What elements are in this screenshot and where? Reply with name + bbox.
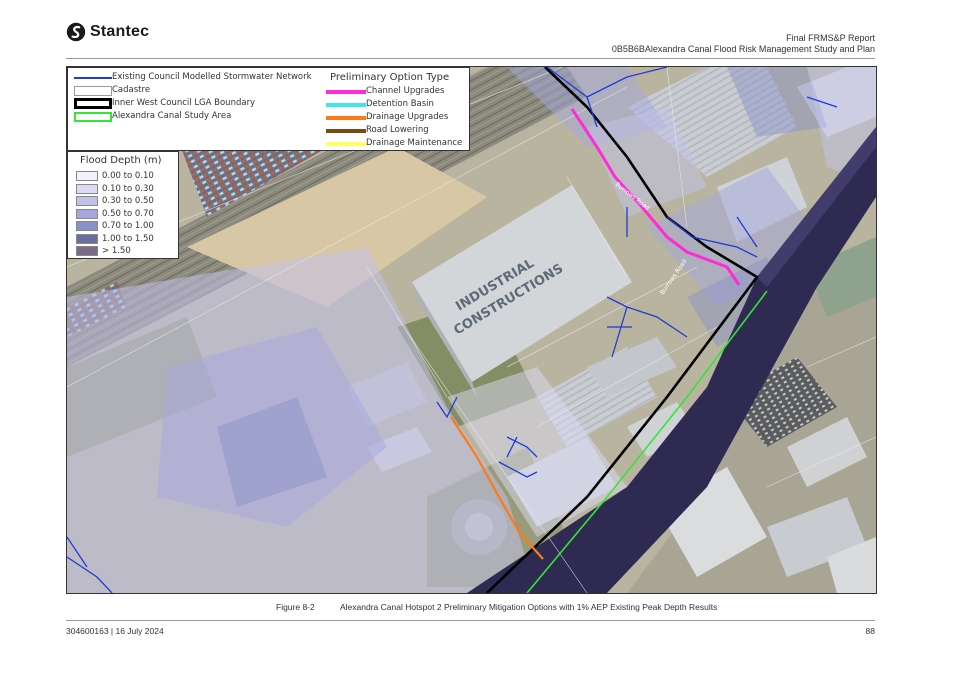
legend-label-channel-upgrades: Channel Upgrades [366,86,445,96]
depth-label: 0.50 to 0.70 [102,208,154,219]
report-title: Final FRMS&P Report [786,33,875,43]
legend-label-cadastre: Cadastre [112,85,151,95]
legend-symbol-lga-boundary [74,98,112,109]
footer-divider [66,620,875,621]
figure-number: Figure 8-2 [276,602,315,612]
logo-text: Stantec [90,23,150,40]
depth-swatch [76,196,98,206]
depth-swatch [76,183,98,194]
legend-symbol-stormwater [74,77,112,79]
depth-swatch [76,171,98,181]
report-header: Final FRMS&P Report 0B5B6BAlexandra Cana… [612,33,875,55]
depth-swatch [76,233,98,244]
report-subtitle: 0B5B6BAlexandra Canal Flood Risk Managem… [611,44,875,54]
map-legend: Existing Council Modelled Stormwater Net… [67,67,470,151]
legend-symbol-cadastre [74,86,112,96]
legend-symbol-channel-upgrades [326,90,366,94]
flood-depth-legend: Flood Depth (m) 0.00 to 0.10 0.10 to 0.30… [67,151,179,259]
legend-label-detention-basin: Detention Basin [366,99,434,109]
stantec-logo-icon [66,22,86,42]
depth-label: 0.00 to 0.10 [102,171,154,181]
stantec-logo: Stantec [66,22,149,42]
depth-label: 1.00 to 1.50 [102,233,154,244]
legend-label-drainage-upgrades: Drainage Upgrades [366,112,449,122]
legend-option-title: Preliminary Option Type [330,72,450,83]
legend-label-stormwater: Existing Council Modelled Stormwater Net… [112,72,312,82]
legend-symbol-detention-basin [326,103,366,107]
legend-symbol-drainage-maintenance [326,142,366,146]
page-number: 88 [865,626,875,636]
depth-swatch [76,208,98,219]
depth-label: 0.30 to 0.50 [102,196,154,206]
header-divider [66,58,875,59]
depth-label: > 1.50 [102,246,131,256]
figure-title: Alexandra Canal Hotspot 2 Preliminary Mi… [340,602,718,612]
legend-label-lga-boundary: Inner West Council LGA Boundary [112,98,256,108]
depth-swatch [76,246,98,256]
depth-label: 0.10 to 0.30 [102,183,154,194]
legend-symbol-road-lowering [326,129,366,133]
depth-label: 0.70 to 1.00 [102,221,154,231]
legend-label-drainage-maintenance: Drainage Maintenance [366,138,463,148]
flood-map-figure: INDUSTRIAL CONSTRUCTIONS Burrows Road Bu… [66,66,877,594]
legend-label-road-lowering: Road Lowering [366,125,429,135]
flood-depth-title: Flood Depth (m) [80,155,162,166]
legend-symbol-study-area [74,112,112,122]
legend-symbol-drainage-upgrades [326,116,366,120]
legend-label-study-area: Alexandra Canal Study Area [112,111,232,121]
depth-swatch [76,221,98,231]
document-reference: 304600163 | 16 July 2024 [66,626,164,636]
